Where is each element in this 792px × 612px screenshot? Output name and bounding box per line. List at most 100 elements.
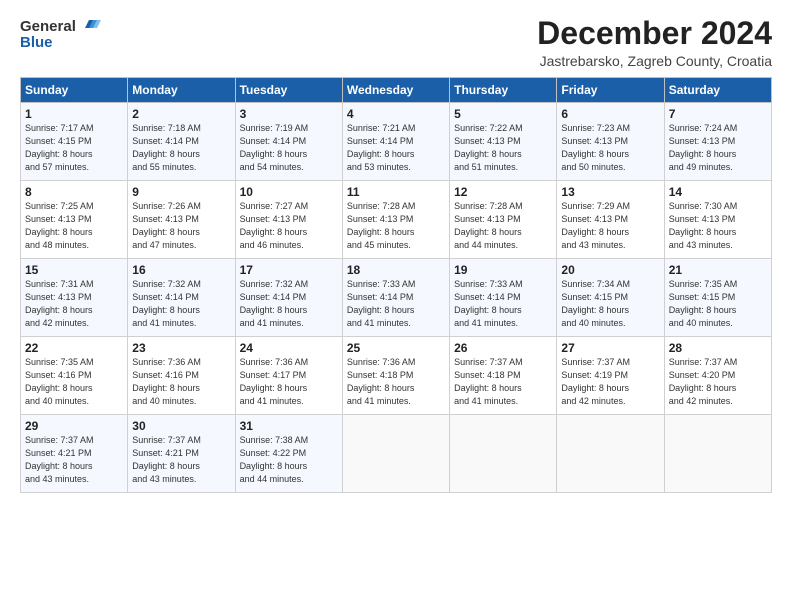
- calendar-cell: 25Sunrise: 7:36 AM Sunset: 4:18 PM Dayli…: [342, 337, 449, 415]
- day-detail: Sunrise: 7:35 AM Sunset: 4:16 PM Dayligh…: [25, 356, 123, 408]
- day-number: 15: [25, 263, 123, 277]
- calendar-title: December 2024: [537, 16, 772, 51]
- calendar-cell: 20Sunrise: 7:34 AM Sunset: 4:15 PM Dayli…: [557, 259, 664, 337]
- day-number: 3: [240, 107, 338, 121]
- day-detail: Sunrise: 7:35 AM Sunset: 4:15 PM Dayligh…: [669, 278, 767, 330]
- calendar-row-1: 1Sunrise: 7:17 AM Sunset: 4:15 PM Daylig…: [21, 103, 772, 181]
- calendar-cell: 10Sunrise: 7:27 AM Sunset: 4:13 PM Dayli…: [235, 181, 342, 259]
- logo: General Blue: [20, 16, 101, 51]
- day-number: 29: [25, 419, 123, 433]
- calendar-cell: 21Sunrise: 7:35 AM Sunset: 4:15 PM Dayli…: [664, 259, 771, 337]
- calendar-cell: 15Sunrise: 7:31 AM Sunset: 4:13 PM Dayli…: [21, 259, 128, 337]
- day-detail: Sunrise: 7:36 AM Sunset: 4:18 PM Dayligh…: [347, 356, 445, 408]
- day-detail: Sunrise: 7:33 AM Sunset: 4:14 PM Dayligh…: [454, 278, 552, 330]
- day-number: 5: [454, 107, 552, 121]
- calendar-cell: 18Sunrise: 7:33 AM Sunset: 4:14 PM Dayli…: [342, 259, 449, 337]
- col-sunday: Sunday: [21, 78, 128, 103]
- day-number: 14: [669, 185, 767, 199]
- calendar-table: Sunday Monday Tuesday Wednesday Thursday…: [20, 77, 772, 493]
- calendar-page: General Blue December 2024 Jastrebarsko,…: [0, 0, 792, 612]
- day-detail: Sunrise: 7:37 AM Sunset: 4:21 PM Dayligh…: [132, 434, 230, 486]
- header-row: Sunday Monday Tuesday Wednesday Thursday…: [21, 78, 772, 103]
- calendar-cell: 23Sunrise: 7:36 AM Sunset: 4:16 PM Dayli…: [128, 337, 235, 415]
- col-monday: Monday: [128, 78, 235, 103]
- logo-blue: Blue: [20, 34, 53, 51]
- day-number: 7: [669, 107, 767, 121]
- day-number: 23: [132, 341, 230, 355]
- calendar-cell: 24Sunrise: 7:36 AM Sunset: 4:17 PM Dayli…: [235, 337, 342, 415]
- day-detail: Sunrise: 7:24 AM Sunset: 4:13 PM Dayligh…: [669, 122, 767, 174]
- day-number: 24: [240, 341, 338, 355]
- calendar-cell: 11Sunrise: 7:28 AM Sunset: 4:13 PM Dayli…: [342, 181, 449, 259]
- day-detail: Sunrise: 7:33 AM Sunset: 4:14 PM Dayligh…: [347, 278, 445, 330]
- logo-icon: [79, 14, 101, 36]
- calendar-cell: 12Sunrise: 7:28 AM Sunset: 4:13 PM Dayli…: [450, 181, 557, 259]
- calendar-cell: 17Sunrise: 7:32 AM Sunset: 4:14 PM Dayli…: [235, 259, 342, 337]
- day-detail: Sunrise: 7:37 AM Sunset: 4:20 PM Dayligh…: [669, 356, 767, 408]
- day-number: 25: [347, 341, 445, 355]
- day-detail: Sunrise: 7:29 AM Sunset: 4:13 PM Dayligh…: [561, 200, 659, 252]
- header: General Blue December 2024 Jastrebarsko,…: [20, 16, 772, 69]
- col-wednesday: Wednesday: [342, 78, 449, 103]
- day-number: 27: [561, 341, 659, 355]
- day-number: 22: [25, 341, 123, 355]
- day-detail: Sunrise: 7:21 AM Sunset: 4:14 PM Dayligh…: [347, 122, 445, 174]
- title-block: December 2024 Jastrebarsko, Zagreb Count…: [537, 16, 772, 69]
- day-number: 31: [240, 419, 338, 433]
- day-detail: Sunrise: 7:28 AM Sunset: 4:13 PM Dayligh…: [347, 200, 445, 252]
- day-number: 30: [132, 419, 230, 433]
- calendar-cell: [664, 415, 771, 493]
- day-detail: Sunrise: 7:32 AM Sunset: 4:14 PM Dayligh…: [240, 278, 338, 330]
- calendar-cell: 5Sunrise: 7:22 AM Sunset: 4:13 PM Daylig…: [450, 103, 557, 181]
- day-detail: Sunrise: 7:28 AM Sunset: 4:13 PM Dayligh…: [454, 200, 552, 252]
- calendar-cell: [342, 415, 449, 493]
- calendar-cell: 9Sunrise: 7:26 AM Sunset: 4:13 PM Daylig…: [128, 181, 235, 259]
- day-detail: Sunrise: 7:36 AM Sunset: 4:17 PM Dayligh…: [240, 356, 338, 408]
- day-number: 16: [132, 263, 230, 277]
- calendar-cell: 29Sunrise: 7:37 AM Sunset: 4:21 PM Dayli…: [21, 415, 128, 493]
- col-tuesday: Tuesday: [235, 78, 342, 103]
- calendar-cell: 13Sunrise: 7:29 AM Sunset: 4:13 PM Dayli…: [557, 181, 664, 259]
- day-number: 28: [669, 341, 767, 355]
- day-number: 11: [347, 185, 445, 199]
- calendar-cell: 7Sunrise: 7:24 AM Sunset: 4:13 PM Daylig…: [664, 103, 771, 181]
- day-number: 9: [132, 185, 230, 199]
- day-detail: Sunrise: 7:30 AM Sunset: 4:13 PM Dayligh…: [669, 200, 767, 252]
- col-thursday: Thursday: [450, 78, 557, 103]
- day-number: 13: [561, 185, 659, 199]
- day-number: 26: [454, 341, 552, 355]
- day-detail: Sunrise: 7:31 AM Sunset: 4:13 PM Dayligh…: [25, 278, 123, 330]
- calendar-row-3: 15Sunrise: 7:31 AM Sunset: 4:13 PM Dayli…: [21, 259, 772, 337]
- logo-general: General: [20, 18, 76, 35]
- calendar-row-2: 8Sunrise: 7:25 AM Sunset: 4:13 PM Daylig…: [21, 181, 772, 259]
- day-detail: Sunrise: 7:17 AM Sunset: 4:15 PM Dayligh…: [25, 122, 123, 174]
- day-number: 18: [347, 263, 445, 277]
- day-detail: Sunrise: 7:23 AM Sunset: 4:13 PM Dayligh…: [561, 122, 659, 174]
- day-detail: Sunrise: 7:38 AM Sunset: 4:22 PM Dayligh…: [240, 434, 338, 486]
- day-number: 2: [132, 107, 230, 121]
- day-number: 20: [561, 263, 659, 277]
- day-detail: Sunrise: 7:36 AM Sunset: 4:16 PM Dayligh…: [132, 356, 230, 408]
- col-friday: Friday: [557, 78, 664, 103]
- calendar-cell: 16Sunrise: 7:32 AM Sunset: 4:14 PM Dayli…: [128, 259, 235, 337]
- day-number: 17: [240, 263, 338, 277]
- day-number: 19: [454, 263, 552, 277]
- calendar-cell: 8Sunrise: 7:25 AM Sunset: 4:13 PM Daylig…: [21, 181, 128, 259]
- day-detail: Sunrise: 7:32 AM Sunset: 4:14 PM Dayligh…: [132, 278, 230, 330]
- day-detail: Sunrise: 7:37 AM Sunset: 4:18 PM Dayligh…: [454, 356, 552, 408]
- calendar-row-4: 22Sunrise: 7:35 AM Sunset: 4:16 PM Dayli…: [21, 337, 772, 415]
- day-detail: Sunrise: 7:19 AM Sunset: 4:14 PM Dayligh…: [240, 122, 338, 174]
- calendar-cell: 1Sunrise: 7:17 AM Sunset: 4:15 PM Daylig…: [21, 103, 128, 181]
- calendar-subtitle: Jastrebarsko, Zagreb County, Croatia: [537, 53, 772, 69]
- calendar-cell: 28Sunrise: 7:37 AM Sunset: 4:20 PM Dayli…: [664, 337, 771, 415]
- day-number: 21: [669, 263, 767, 277]
- day-detail: Sunrise: 7:37 AM Sunset: 4:19 PM Dayligh…: [561, 356, 659, 408]
- day-detail: Sunrise: 7:34 AM Sunset: 4:15 PM Dayligh…: [561, 278, 659, 330]
- day-number: 6: [561, 107, 659, 121]
- day-number: 12: [454, 185, 552, 199]
- day-detail: Sunrise: 7:22 AM Sunset: 4:13 PM Dayligh…: [454, 122, 552, 174]
- calendar-cell: 30Sunrise: 7:37 AM Sunset: 4:21 PM Dayli…: [128, 415, 235, 493]
- calendar-cell: 27Sunrise: 7:37 AM Sunset: 4:19 PM Dayli…: [557, 337, 664, 415]
- calendar-cell: 6Sunrise: 7:23 AM Sunset: 4:13 PM Daylig…: [557, 103, 664, 181]
- calendar-cell: [450, 415, 557, 493]
